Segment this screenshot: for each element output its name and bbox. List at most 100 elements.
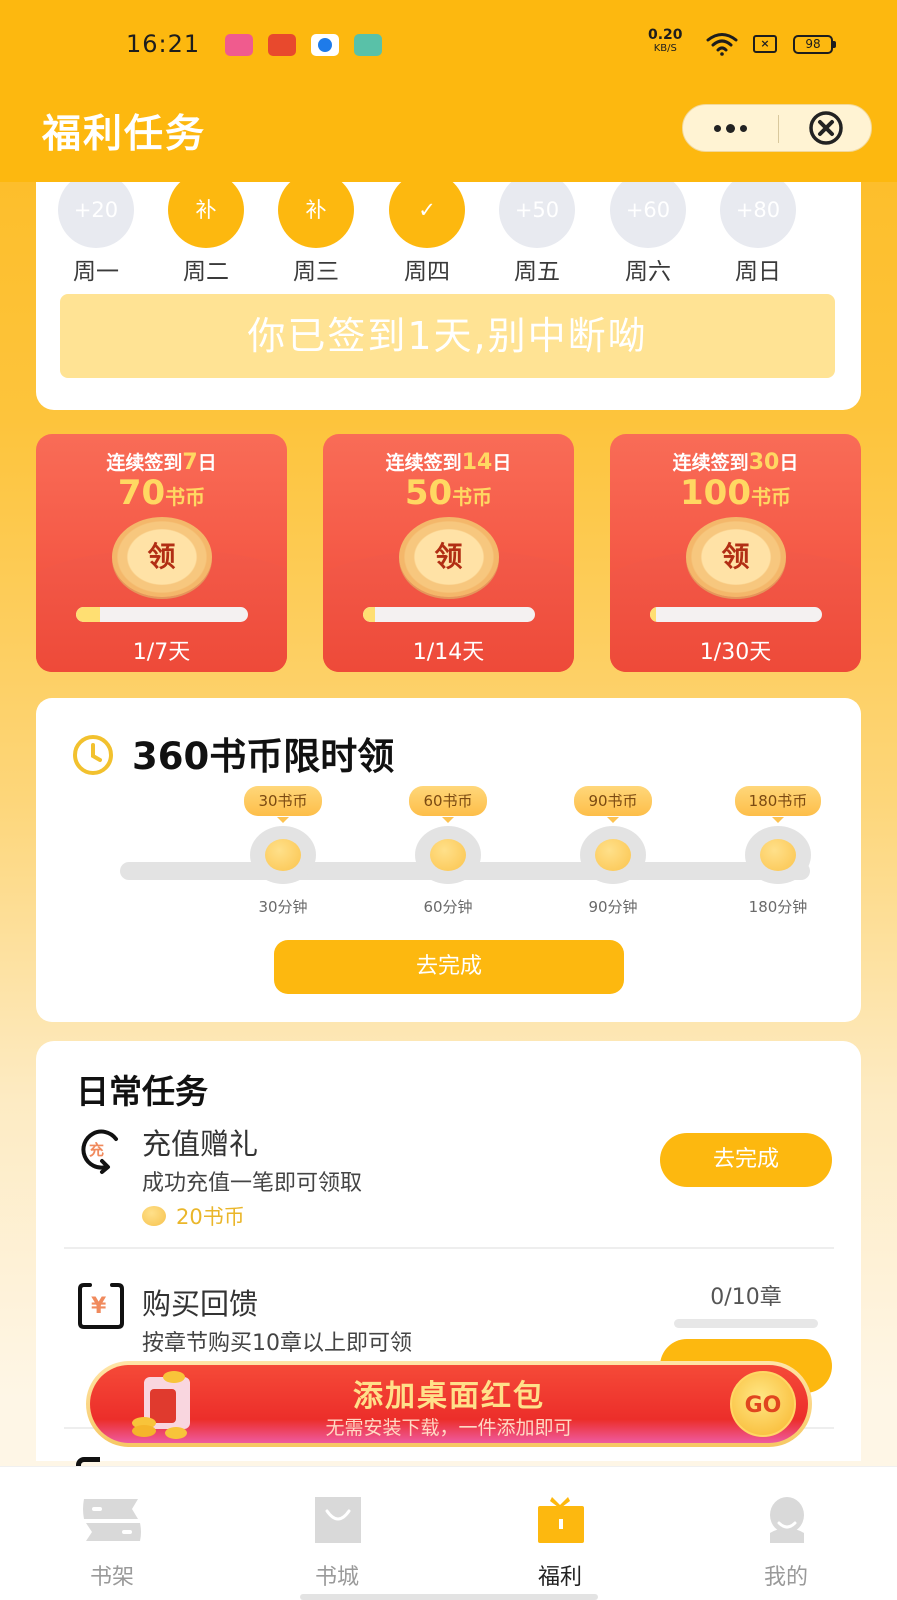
timeline-milestone: 180书币 180分钟 — [728, 786, 828, 917]
coin-icon — [745, 826, 811, 884]
coin-icon — [415, 826, 481, 884]
checkin-card: +20 周一 补 周二 补 周三 ✓ 周四 +50 周五 +60 周六 +80 … — [36, 150, 861, 410]
checkin-day[interactable]: 补 周二 — [166, 172, 246, 286]
blue-app-icon — [311, 34, 339, 56]
promo-title: 添加桌面红包 — [353, 1379, 545, 1414]
streak-progress-text: 1/14天 — [412, 640, 485, 665]
milestone-time: 30分钟 — [258, 898, 308, 916]
promo-body: 添加桌面红包 无需安装下载，一件添加即可 GO — [90, 1365, 808, 1443]
timeline-milestone: 90书币 90分钟 — [563, 786, 663, 917]
claim-coin-button[interactable]: 领 — [685, 517, 786, 597]
video-app-icon — [268, 34, 296, 56]
status-bar: 16:21 0.20 KB/S × 98 — [0, 27, 897, 60]
timeline-milestone: 60书币 60分钟 — [398, 786, 498, 917]
security-app-icon — [354, 34, 382, 56]
clock-icon — [73, 735, 113, 775]
close-button[interactable] — [779, 105, 873, 151]
claim-coin-button[interactable]: 领 — [111, 517, 212, 597]
promo-subtitle: 无需安装下载，一件添加即可 — [325, 1417, 573, 1439]
coin — [265, 839, 301, 871]
reward-text: 20书币 — [176, 1205, 245, 1229]
network-speed: 0.20 KB/S — [648, 27, 683, 54]
streak-progress-text: 1/7天 — [132, 640, 191, 665]
task-divider — [64, 1247, 834, 1249]
recharge-icon: 充 — [81, 1129, 118, 1174]
more-button[interactable] — [683, 105, 778, 151]
day-badge: +60 — [610, 172, 686, 248]
task-name: 充值赠礼 — [142, 1127, 259, 1161]
task-desc: 成功充值一笔即可领取 — [142, 1171, 363, 1196]
page-title: 福利任务 — [42, 112, 207, 157]
progress-fill — [75, 607, 101, 622]
task-complete-button[interactable]: 去完成 — [660, 1133, 832, 1187]
checkin-status-banner: 你已签到1天,别中断呦 — [60, 294, 835, 378]
day-badge: +20 — [58, 172, 134, 248]
task-desc: 按章节购买10章以上即可领 — [142, 1331, 412, 1356]
milestone-reward: 60书币 — [409, 786, 487, 823]
checkin-day[interactable]: 补 周三 — [276, 172, 356, 286]
limited-complete-button[interactable]: 去完成 — [274, 940, 624, 994]
streak-title: 连续签到7日 — [106, 450, 217, 475]
coin — [430, 839, 466, 871]
svg-text:充: 充 — [89, 1141, 104, 1159]
streak-reward-card: 连续签到7日 70书币 领 1/7天 — [36, 434, 287, 672]
streak-progress-bar — [649, 607, 822, 622]
tab-bookshelf[interactable]: 书架 — [62, 1497, 162, 1591]
day-label: 周五 — [514, 259, 560, 285]
coin-icon — [250, 826, 316, 884]
checkin-day[interactable]: +20 周一 — [56, 172, 136, 286]
tab-label: 书架 — [89, 1565, 134, 1590]
coin-icon — [142, 1206, 166, 1226]
checkmark-icon: ✓ — [389, 172, 465, 248]
tab-label: 我的 — [763, 1565, 808, 1590]
coin — [595, 839, 631, 871]
milestone-time: 60分钟 — [423, 898, 473, 916]
streak-reward-card: 连续签到14日 50书币 领 1/14天 — [323, 434, 574, 672]
bottom-tab-bar: 书架 书城 福利 我的 — [0, 1466, 897, 1600]
home-indicator[interactable] — [300, 1594, 598, 1600]
more-dot — [726, 123, 735, 133]
streak-progress-text: 1/30天 — [699, 640, 772, 665]
daily-title: 日常任务 — [76, 1072, 208, 1111]
tab-label: 书城 — [314, 1565, 359, 1590]
limited-title: 360书币限时领 — [132, 735, 395, 778]
status-time: 16:21 — [126, 30, 201, 58]
purchase-yen-icon: ¥ — [78, 1283, 124, 1329]
profile-icon — [770, 1497, 804, 1543]
gift-icon — [538, 1497, 584, 1543]
bookstore-bag-icon — [315, 1497, 361, 1543]
add-desktop-redpacket-banner[interactable]: 添加桌面红包 无需安装下载，一件添加即可 GO — [86, 1361, 812, 1447]
task-name: 购买回馈 — [142, 1287, 259, 1321]
tab-label: 福利 — [537, 1565, 582, 1590]
tab-welfare[interactable]: 福利 — [510, 1497, 610, 1591]
day-label: 周一 — [73, 259, 119, 285]
svg-text:¥: ¥ — [91, 1294, 107, 1319]
streak-reward: 50书币 — [404, 473, 493, 513]
streak-reward-card: 连续签到30日 100书币 领 1/30天 — [610, 434, 861, 672]
task-progress-bar — [674, 1319, 818, 1328]
battery-icon: 98 — [793, 35, 836, 54]
day-label: 周日 — [735, 259, 781, 285]
tab-bookstore[interactable]: 书城 — [287, 1497, 387, 1591]
task-progress-text: 0/10章 — [710, 1285, 782, 1310]
makeup-badge: 补 — [168, 172, 244, 248]
milestone-time: 90分钟 — [588, 898, 638, 916]
bilibili-app-icon — [225, 34, 253, 56]
streak-title: 连续签到30日 — [672, 450, 799, 475]
checkin-day[interactable]: +60 周六 — [608, 172, 688, 286]
day-badge: +50 — [499, 172, 575, 248]
claim-coin-button[interactable]: 领 — [398, 517, 499, 597]
day-label: 周三 — [293, 259, 339, 285]
sim-icon: × — [753, 35, 777, 53]
checkin-day[interactable]: ✓ 周四 — [387, 172, 467, 286]
tab-profile[interactable]: 我的 — [736, 1497, 836, 1591]
checkin-day[interactable]: +50 周五 — [497, 172, 577, 286]
checkin-day[interactable]: +80 周日 — [718, 172, 798, 286]
day-label: 周二 — [183, 259, 229, 285]
day-badge: +80 — [720, 172, 796, 248]
go-button[interactable]: GO — [730, 1371, 796, 1437]
milestone-reward: 90书币 — [574, 786, 652, 823]
coin — [760, 839, 796, 871]
task-reward: 20书币 — [142, 1201, 245, 1231]
progress-fill — [649, 607, 657, 622]
